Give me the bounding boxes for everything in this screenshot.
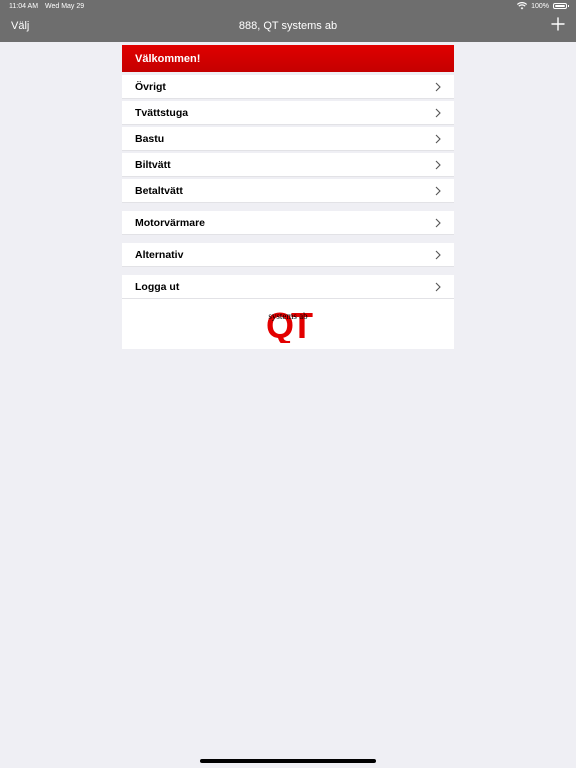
menu-item-label: Övrigt (135, 80, 166, 93)
menu-group-logout: Logga ut QT systems ab (122, 275, 454, 349)
welcome-header: Välkommen! (122, 45, 454, 72)
menu-item-logga-ut[interactable]: Logga ut (122, 275, 454, 299)
menu-item-ovrigt[interactable]: Övrigt (122, 75, 454, 99)
chevron-right-icon (435, 282, 441, 291)
menu-item-betaltvatt[interactable]: Betaltvätt (122, 179, 454, 203)
status-date: Wed May 29 (45, 3, 85, 10)
menu-item-label: Biltvätt (135, 158, 171, 171)
qt-systems-logo: QT systems ab (266, 305, 316, 343)
menu-group-heater: Motorvärmare (122, 211, 454, 235)
battery-icon (553, 3, 569, 9)
welcome-label: Välkommen! (135, 52, 201, 65)
top-bar: 11:04 AM Wed May 29 100% Välj 888, QT sy… (0, 0, 576, 42)
home-indicator (200, 759, 376, 763)
menu-item-label: Bastu (135, 132, 165, 145)
menu-item-bastu[interactable]: Bastu (122, 127, 454, 151)
menu-group-options: Alternativ (122, 243, 454, 267)
chevron-right-icon (435, 82, 441, 91)
chevron-right-icon (435, 218, 441, 227)
battery-percent: 100% (531, 2, 549, 10)
menu-group-services: Övrigt Tvättstuga Bastu Biltvätt Betaltv… (122, 75, 454, 203)
menu-item-label: Alternativ (135, 248, 184, 261)
menu-item-motorvarmare[interactable]: Motorvärmare (122, 211, 454, 235)
menu-item-alternativ[interactable]: Alternativ (122, 243, 454, 267)
chevron-right-icon (435, 108, 441, 117)
status-indicators: 100% (517, 2, 569, 10)
status-time: 11:04 AM (9, 3, 39, 10)
menu-item-label: Motorvärmare (135, 216, 206, 229)
menu-item-label: Tvättstuga (135, 106, 189, 119)
chevron-right-icon (435, 250, 441, 259)
logo-subtitle-text: systems ab (268, 311, 308, 321)
chevron-right-icon (435, 160, 441, 169)
chevron-right-icon (435, 186, 441, 195)
menu-item-label: Logga ut (135, 280, 180, 293)
page-title: 888, QT systems ab (238, 20, 338, 32)
logo-card: QT systems ab (122, 299, 454, 349)
menu-item-tvattstuga[interactable]: Tvättstuga (122, 101, 454, 125)
plus-icon[interactable] (551, 17, 565, 31)
menu-item-biltvatt[interactable]: Biltvätt (122, 153, 454, 177)
chevron-right-icon (435, 134, 441, 143)
menu-item-label: Betaltvätt (135, 184, 183, 197)
wifi-icon (517, 2, 528, 10)
menu-container: Välkommen! Övrigt Tvättstuga Bastu Biltv… (122, 45, 454, 349)
